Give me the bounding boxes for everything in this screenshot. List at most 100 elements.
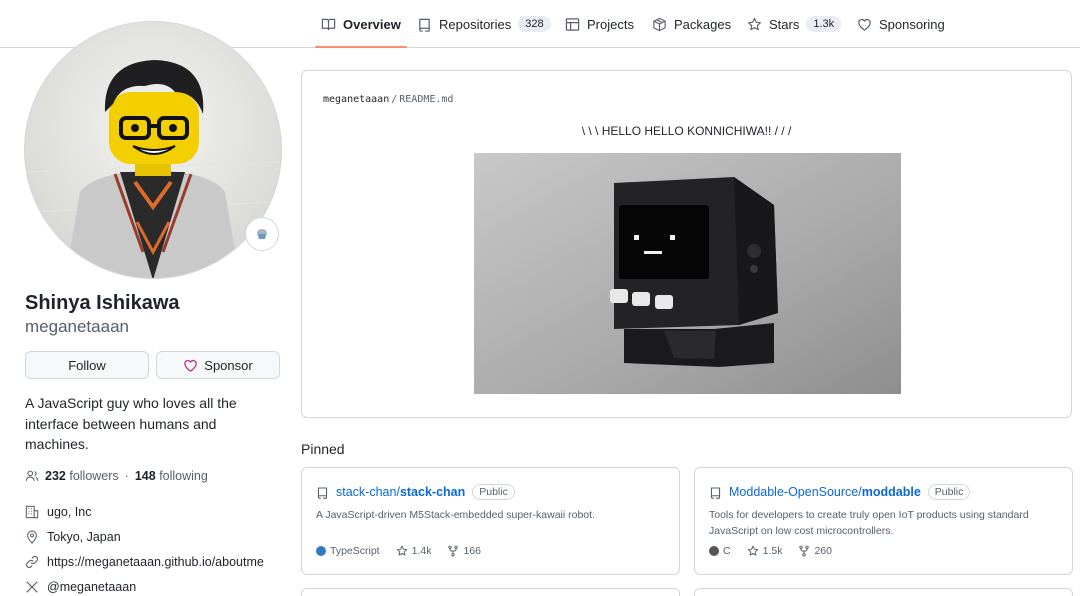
heart-icon (184, 359, 198, 372)
people-icon (25, 470, 39, 481)
pinned-repo-card-partial (301, 588, 680, 596)
cupcake-icon (257, 229, 267, 239)
location-icon (27, 530, 37, 544)
tab-stars[interactable]: Stars 1.3k (747, 0, 842, 48)
follow-separator: · (124, 469, 129, 483)
repo-stars-link[interactable]: 1.4k (396, 545, 432, 557)
readme-heading: \ \ \ HELLO HELLO KONNICHIWA!! / / / (581, 124, 792, 138)
pinned-heading: Pinned (301, 441, 345, 457)
following-label: following (159, 469, 208, 483)
pinned-repo-card-partial (694, 588, 1073, 596)
pinned-repo-link[interactable]: stack-chan/stack-chan (336, 485, 465, 499)
fork-icon (799, 545, 810, 557)
readme-path: meganetaaan / README.md (323, 94, 453, 105)
twitter-link[interactable]: @meganetaaan (47, 580, 136, 594)
link-icon (25, 555, 39, 569)
book-icon (321, 18, 336, 30)
pinned-repo-header: Moddable-OpenSource/moddable Public (709, 484, 971, 500)
star-icon (748, 17, 761, 30)
repo-language: TypeScript (316, 545, 380, 557)
star-icon (396, 545, 407, 556)
follow-button[interactable]: Follow (25, 351, 149, 379)
tab-sponsoring[interactable]: Sponsoring (857, 0, 945, 48)
follow-stats: 232 followers · 148 following (25, 469, 208, 483)
fork-icon (448, 545, 459, 557)
profile-login: meganetaaan (25, 317, 129, 336)
followers-link[interactable]: 232 followers (45, 469, 119, 483)
stars-count: 1.5k (762, 545, 783, 557)
tab-overview-label: Overview (343, 16, 401, 32)
company-text: ugo, Inc (47, 505, 92, 519)
followers-label: followers (69, 469, 119, 483)
readme-filename: README.md (399, 94, 454, 105)
repo-description: Tools for developers to create truly ope… (709, 509, 1029, 537)
tab-sponsoring-label: Sponsoring (879, 16, 945, 32)
vcard-location: Tokyo, Japan (25, 530, 121, 544)
tab-overview[interactable]: Overview (315, 0, 407, 48)
repo-meta: TypeScript 1.4k 166 (316, 545, 481, 557)
follow-button-label: Follow (68, 357, 106, 373)
forks-count: 166 (463, 545, 481, 557)
tab-packages-label: Packages (674, 16, 732, 32)
visibility-badge: Public (927, 484, 971, 500)
stars-count: 1.3k (806, 16, 842, 32)
status-emoji-button[interactable] (245, 217, 279, 251)
lego-minifigure-avatar-image (25, 22, 281, 278)
profile-fullname: Shinya Ishikawa (25, 292, 180, 314)
language-name: C (723, 545, 731, 557)
readme-card: meganetaaan / README.md \ \ \ HELLO HELLO … (301, 70, 1072, 418)
pinned-repo-link[interactable]: Moddable-OpenSource/moddable (729, 485, 921, 499)
following-link[interactable]: 148 following (135, 469, 208, 483)
heart-icon (858, 18, 871, 31)
tab-repositories[interactable]: Repositories 328 (417, 0, 551, 48)
stackchan-robot-photo (474, 153, 901, 394)
organization-icon (25, 505, 39, 519)
table-icon (565, 17, 580, 31)
location-text: Tokyo, Japan (47, 530, 121, 544)
repo-name: moddable (861, 485, 921, 499)
package-icon (653, 17, 666, 31)
sponsor-button[interactable]: Sponsor (156, 351, 280, 379)
following-count: 148 (134, 469, 156, 483)
website-link[interactable]: https://meganetaaan.github.io/aboutme (47, 555, 264, 569)
repo-owner: stack-chan (336, 485, 397, 499)
sponsor-button-label: Sponsor (204, 357, 253, 373)
repo-owner: Moddable-OpenSource (729, 485, 859, 499)
stars-count: 1.4k (411, 545, 432, 557)
repo-description: A JavaScript-driven M5Stack-embedded sup… (316, 509, 595, 521)
language-name: TypeScript (330, 545, 380, 557)
repo-icon (419, 18, 430, 32)
readme-image (474, 153, 901, 394)
followers-count: 232 (45, 469, 66, 483)
tab-repositories-label: Repositories (439, 16, 512, 32)
repo-stars-link[interactable]: 1.5k (747, 545, 783, 557)
vcard-twitter[interactable]: @meganetaaan (25, 580, 136, 594)
forks-count: 260 (814, 545, 832, 557)
pinned-repo-card: stack-chan/stack-chan Public A JavaScrip… (301, 467, 680, 575)
x-logo-icon (26, 581, 38, 593)
avatar[interactable] (24, 21, 282, 279)
readme-path-separator: / (391, 94, 398, 105)
repo-language: C (709, 545, 731, 557)
repositories-count: 328 (518, 16, 551, 32)
tab-projects[interactable]: Projects (565, 0, 634, 48)
vcard-company: ugo, Inc (25, 505, 91, 519)
repo-meta: C 1.5k 260 (709, 545, 832, 557)
repo-forks-link[interactable]: 166 (447, 545, 481, 557)
tab-packages[interactable]: Packages (652, 0, 731, 48)
vcard-website[interactable]: https://meganetaaan.github.io/aboutme (25, 555, 264, 569)
language-color-dot (709, 546, 719, 556)
pinned-repo-card: Moddable-OpenSource/moddable Public Tool… (694, 467, 1073, 575)
pinned-repo-header: stack-chan/stack-chan Public (316, 484, 515, 500)
star-icon (747, 545, 758, 556)
repo-forks-link[interactable]: 260 (798, 545, 832, 557)
profile-bio: A JavaScript guy who loves all the inter… (25, 395, 237, 452)
tab-projects-label: Projects (587, 16, 634, 32)
repo-icon (317, 487, 328, 499)
visibility-badge: Public (472, 484, 515, 500)
repo-icon (710, 487, 721, 499)
readme-owner[interactable]: meganetaaan (323, 94, 389, 105)
language-color-dot (316, 546, 326, 556)
tab-stars-label: Stars (769, 16, 800, 32)
repo-name: stack-chan (399, 485, 466, 499)
